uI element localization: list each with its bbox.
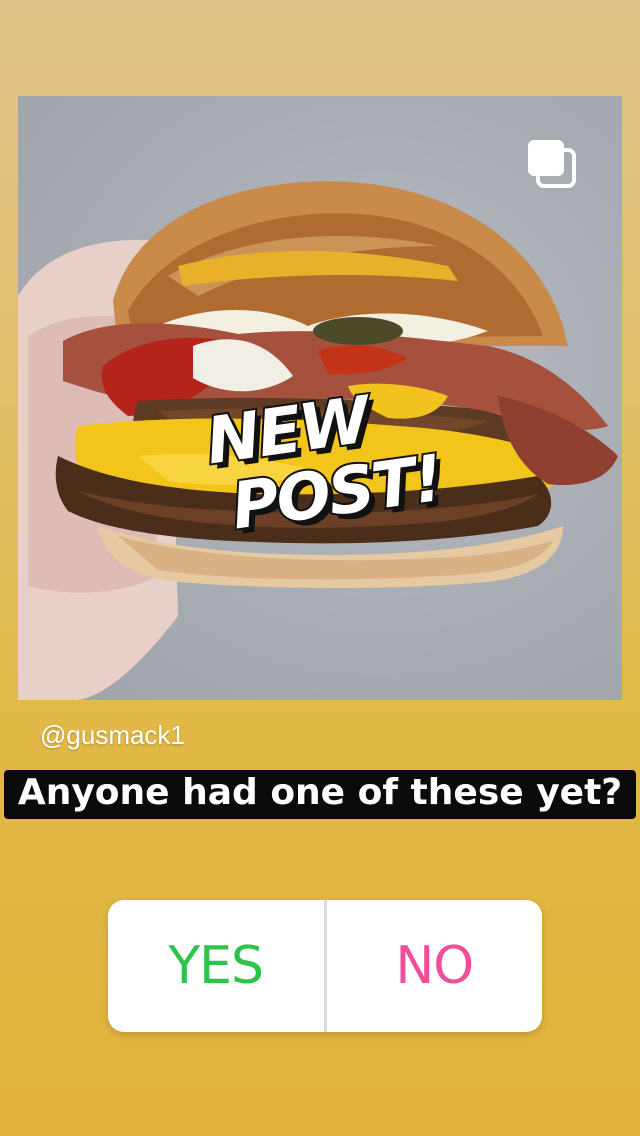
poll-option-yes[interactable]: YES xyxy=(108,900,324,1032)
username-mention[interactable]: @gusmack1 xyxy=(40,720,185,751)
question-caption: Anyone had one of these yet? xyxy=(0,766,640,820)
poll-sticker: YES NO xyxy=(108,900,542,1032)
stacked-squares-icon[interactable] xyxy=(524,136,580,192)
question-text: Anyone had one of these yet? xyxy=(3,770,637,819)
new-post-sticker[interactable]: NEW POST! xyxy=(181,363,464,577)
poll-option-no[interactable]: NO xyxy=(327,900,543,1032)
